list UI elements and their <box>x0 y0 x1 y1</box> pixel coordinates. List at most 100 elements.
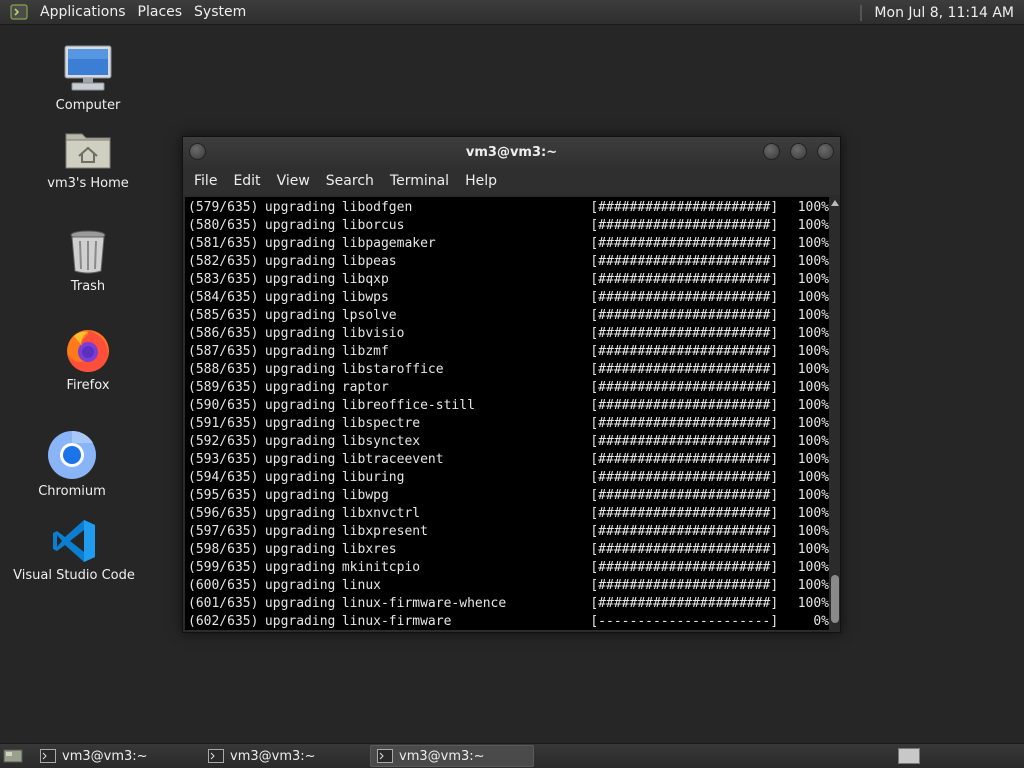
terminal-line: (591/635) upgrading libspectre [###########… <box>188 415 829 433</box>
desktop-icon-label: Computer <box>55 98 121 113</box>
clock-area: Mon Jul 8, 11:14 AM <box>860 0 1014 25</box>
line-progress-bar: [######################] <box>590 254 779 269</box>
line-percent: 100% <box>797 344 829 359</box>
window-titlebar[interactable]: vm3@vm3:~ <box>183 137 840 167</box>
line-progress-bar: [######################] <box>590 272 779 287</box>
line-progress-bar: [######################] <box>590 326 779 341</box>
line-progress: (587/635) <box>188 344 259 359</box>
vscode-icon <box>53 520 95 562</box>
line-progress-bar: [######################] <box>590 578 779 593</box>
menu-help[interactable]: Help <box>458 173 504 189</box>
menu-view[interactable]: View <box>270 173 317 189</box>
line-action: upgrading <box>264 506 336 521</box>
menu-terminal[interactable]: Terminal <box>383 173 456 189</box>
terminal-line: (593/635) upgrading libtraceevent [########… <box>188 451 829 469</box>
minimize-button[interactable] <box>763 143 780 160</box>
line-progress-bar: [######################] <box>590 218 779 233</box>
line-progress: (593/635) <box>188 452 259 467</box>
desktop-icon-chromium[interactable]: Chromium <box>17 430 127 499</box>
close-button[interactable] <box>817 143 834 160</box>
terminal-line: (602/635) upgrading linux-firmware [-------… <box>188 613 829 630</box>
line-progress: (590/635) <box>188 398 259 413</box>
line-progress: (582/635) <box>188 254 259 269</box>
terminal-menubar: File Edit View Search Terminal Help <box>183 167 840 195</box>
line-progress-bar: [######################] <box>590 416 779 431</box>
applications-menu[interactable]: Applications <box>34 0 132 25</box>
terminal-line: (601/635) upgrading linux-firmware-whence [… <box>188 595 829 613</box>
line-package: libqxp <box>341 272 389 287</box>
line-package: linux-firmware <box>341 614 452 629</box>
desktop-icon-trash[interactable]: Trash <box>33 229 143 294</box>
taskbar-button-active[interactable]: vm3@vm3:~ <box>370 745 534 767</box>
line-progress: (586/635) <box>188 326 259 341</box>
line-action: upgrading <box>264 326 336 341</box>
taskbar-label: vm3@vm3:~ <box>399 748 485 764</box>
line-package: libsynctex <box>341 434 421 449</box>
line-package: raptor <box>341 380 389 395</box>
line-progress-bar: [######################] <box>590 434 779 449</box>
line-percent: 100% <box>797 578 829 593</box>
terminal-scrollbar[interactable] <box>829 197 840 630</box>
line-percent: 100% <box>797 272 829 287</box>
terminal-line: (596/635) upgrading libxnvctrl [###########… <box>188 505 829 523</box>
desktop-icon-home[interactable]: vm3's Home <box>33 128 143 191</box>
terminal-line: (587/635) upgrading libzmf [###############… <box>188 343 829 361</box>
line-action: upgrading <box>264 218 336 233</box>
line-package: linux <box>341 578 381 593</box>
line-action: upgrading <box>264 362 336 377</box>
line-progress: (583/635) <box>188 272 259 287</box>
menu-file[interactable]: File <box>187 173 224 189</box>
window-title: vm3@vm3:~ <box>465 144 558 160</box>
taskbar-button[interactable]: vm3@vm3:~ <box>202 745 366 767</box>
window-menu-button[interactable] <box>189 143 206 160</box>
line-package: libtraceevent <box>341 452 444 467</box>
terminal-line: (583/635) upgrading libqxp [###############… <box>188 271 829 289</box>
menu-search[interactable]: Search <box>319 173 381 189</box>
taskbar-button[interactable]: vm3@vm3:~ <box>34 745 198 767</box>
line-progress-bar: [######################] <box>590 542 779 557</box>
line-percent: 100% <box>797 542 829 557</box>
show-desktop-icon[interactable] <box>2 747 24 765</box>
desktop-icon-label: Chromium <box>38 484 106 499</box>
desktop-icon-vscode[interactable]: Visual Studio Code <box>13 518 135 583</box>
workspace-switcher[interactable] <box>898 748 920 764</box>
top-panel: Applications Places System Mon Jul 8, 11… <box>0 0 1024 25</box>
line-percent: 100% <box>797 560 829 575</box>
line-action: upgrading <box>264 290 336 305</box>
line-progress-bar: [######################] <box>590 452 779 467</box>
panel-separator <box>860 4 863 21</box>
scrollbar-thumb[interactable] <box>831 575 839 623</box>
line-percent: 100% <box>797 416 829 431</box>
terminal-logo-icon[interactable] <box>8 1 30 23</box>
terminal-icon <box>377 749 393 763</box>
line-progress-bar: [######################] <box>590 524 779 539</box>
line-progress: (589/635) <box>188 380 259 395</box>
maximize-button[interactable] <box>790 143 807 160</box>
line-package: liburing <box>341 470 405 485</box>
line-action: upgrading <box>264 596 336 611</box>
desktop-icon-label: Firefox <box>66 378 110 393</box>
line-percent: 100% <box>797 362 829 377</box>
line-percent: 100% <box>797 470 829 485</box>
line-progress-bar: [######################] <box>590 506 779 521</box>
terminal-window[interactable]: vm3@vm3:~ File Edit View Search Terminal… <box>182 136 841 633</box>
clock[interactable]: Mon Jul 8, 11:14 AM <box>874 5 1014 21</box>
line-progress-bar: [######################] <box>590 200 779 215</box>
menu-edit[interactable]: Edit <box>226 173 267 189</box>
terminal-line: (594/635) upgrading liburing [#############… <box>188 469 829 487</box>
line-percent: 100% <box>797 290 829 305</box>
line-action: upgrading <box>264 272 336 287</box>
terminal-output[interactable]: (579/635) upgrading libodfgen [############… <box>185 197 829 630</box>
firefox-icon <box>67 330 109 372</box>
home-folder-icon <box>65 133 111 169</box>
line-package: libspectre <box>341 416 421 431</box>
line-package: libreoffice-still <box>341 398 475 413</box>
terminal-icon <box>40 749 56 763</box>
line-progress-bar: [----------------------] <box>590 614 779 629</box>
desktop-icon-computer[interactable]: Computer <box>33 44 143 113</box>
line-action: upgrading <box>264 560 336 575</box>
system-menu[interactable]: System <box>188 0 252 25</box>
places-menu[interactable]: Places <box>132 0 189 25</box>
desktop-icon-firefox[interactable]: Firefox <box>33 326 143 393</box>
scroll-up-arrow-icon[interactable] <box>831 200 839 206</box>
